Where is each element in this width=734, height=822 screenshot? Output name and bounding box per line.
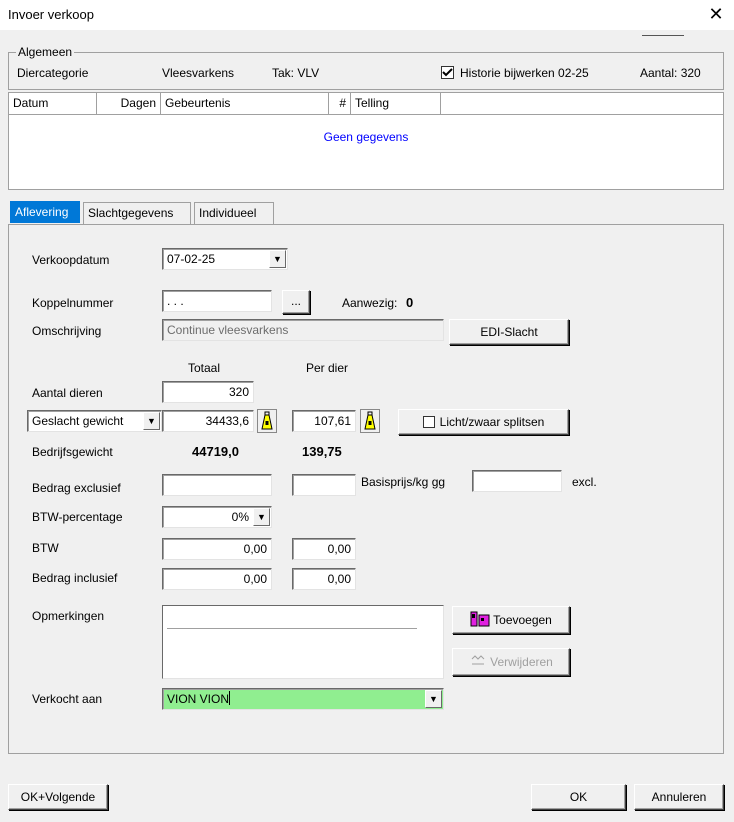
algemeen-groupbox: [8, 52, 724, 90]
column-header-datum[interactable]: Datum: [9, 93, 97, 114]
tab-slachtgegevens[interactable]: Slachtgegevens: [83, 202, 191, 224]
gewicht-type-dropdown-icon[interactable]: ▼: [143, 412, 160, 430]
gewicht-type-value: Geslacht gewicht: [32, 414, 124, 428]
totaal-header: Totaal: [188, 361, 221, 375]
opmerkingen-row-divider: [167, 628, 417, 629]
toevoegen-button[interactable]: Toevoegen: [452, 606, 570, 634]
verkoopdatum-value: 07-02-25: [167, 252, 216, 266]
ok-volgende-button[interactable]: OK+Volgende: [8, 784, 108, 810]
verkoopdatum-picker[interactable]: 07-02-25 ▼: [162, 248, 288, 270]
omschrijving-label: Omschrijving: [32, 324, 102, 338]
bedrijfsgewicht-label: Bedrijfsgewicht: [32, 445, 113, 459]
btw-percentage-label: BTW-percentage: [32, 510, 123, 524]
bedrag-inclusief-input[interactable]: 0,00: [162, 568, 272, 590]
opmerkingen-label: Opmerkingen: [32, 609, 105, 623]
tab-aflevering[interactable]: Aflevering: [10, 201, 80, 223]
grid-body[interactable]: Geen gegevens: [8, 115, 724, 190]
bedrag-exclusief-per-dier-input[interactable]: [292, 474, 356, 496]
scale-weight-icon: [261, 411, 273, 430]
gewicht-totaal-input[interactable]: 34433,6: [162, 410, 254, 432]
column-header-gebeurtenis[interactable]: Gebeurtenis: [161, 93, 329, 114]
excl-label: excl.: [572, 475, 597, 489]
basisprijs-input[interactable]: [472, 470, 562, 492]
tak-value: Tak: VLV: [272, 66, 320, 80]
bedrijfsgewicht-per-dier: 139,75: [302, 444, 342, 459]
aantal-dieren-input[interactable]: 320: [162, 381, 254, 403]
licht-zwaar-splitsen-button[interactable]: Licht/zwaar splitsen: [398, 409, 569, 435]
edi-slacht-button[interactable]: EDI-Slacht: [449, 319, 569, 345]
title-divider: [642, 35, 684, 36]
verkocht-aan-select[interactable]: VION VION ▼: [162, 688, 444, 710]
scale-weight-icon: [364, 411, 376, 430]
aanwezig-value: 0: [406, 295, 414, 310]
column-header-dagen[interactable]: Dagen: [97, 93, 161, 114]
gewicht-type-select[interactable]: Geslacht gewicht ▼: [27, 410, 162, 432]
toevoegen-label: Toevoegen: [493, 613, 552, 627]
diercategorie-value: Vleesvarkens: [162, 66, 235, 80]
verkoopdatum-label: Verkoopdatum: [32, 253, 110, 267]
checkmark-icon: [442, 68, 453, 77]
basisprijs-label: Basisprijs/kg gg: [361, 475, 446, 489]
btw-totaal-input[interactable]: 0,00: [162, 538, 272, 560]
verkoopdatum-dropdown-icon[interactable]: ▼: [269, 250, 286, 268]
verkocht-aan-value: VION VION: [167, 692, 230, 706]
gewicht-totaal-scale-button[interactable]: [257, 409, 277, 433]
aantal-dieren-label: Aantal dieren: [32, 386, 103, 400]
verwijderen-label: Verwijderen: [490, 655, 553, 669]
verkocht-aan-dropdown-icon[interactable]: ▼: [425, 690, 442, 708]
btw-percentage-select[interactable]: 0% ▼: [162, 506, 272, 528]
window-title: Invoer verkoop: [8, 7, 94, 22]
koppelnummer-input[interactable]: . . .: [162, 290, 272, 312]
btw-label: BTW: [32, 541, 59, 555]
column-header-telling[interactable]: Telling: [351, 93, 441, 114]
koppelnummer-browse-button[interactable]: ...: [282, 290, 310, 314]
verwijderen-button[interactable]: Verwijderen: [452, 648, 570, 676]
algemeen-legend: Algemeen: [16, 45, 75, 59]
historie-label[interactable]: Historie bijwerken 02-25: [460, 66, 589, 80]
historie-checkbox[interactable]: [441, 66, 454, 79]
koppelnummer-label: Koppelnummer: [32, 296, 114, 310]
omschrijving-input[interactable]: Continue vleesvarkens: [162, 319, 444, 341]
verkocht-aan-label: Verkocht aan: [32, 692, 103, 706]
title-bar: [0, 0, 734, 30]
add-note-icon: [470, 611, 490, 627]
tab-individueel[interactable]: Individueel: [194, 202, 274, 224]
remove-note-icon: [471, 655, 485, 665]
btw-percentage-dropdown-icon[interactable]: ▼: [253, 508, 270, 526]
licht-zwaar-checkbox-icon: [422, 416, 435, 428]
bedrag-inclusief-per-dier-input[interactable]: 0,00: [292, 568, 356, 590]
annuleren-button[interactable]: Annuleren: [634, 784, 724, 810]
per-dier-header: Per dier: [306, 361, 349, 375]
ok-button[interactable]: OK: [531, 784, 626, 810]
bedrijfsgewicht-totaal: 44719,0: [192, 444, 239, 459]
opmerkingen-list[interactable]: [162, 605, 444, 679]
aanwezig-label: Aanwezig:: [342, 296, 398, 310]
bedrag-inclusief-label: Bedrag inclusief: [32, 571, 118, 585]
btw-percentage-value: 0%: [231, 510, 249, 524]
close-icon[interactable]: ✕: [702, 1, 730, 27]
grid-header: Datum Dagen Gebeurtenis # Telling: [8, 92, 724, 115]
grid-empty-message: Geen gegevens: [323, 130, 409, 144]
aantal-value: Aantal: 320: [640, 66, 701, 80]
diercategorie-label: Diercategorie: [17, 66, 89, 80]
text-cursor: [229, 691, 231, 705]
gewicht-per-dier-input[interactable]: 107,61: [292, 410, 356, 432]
btw-per-dier-input[interactable]: 0,00: [292, 538, 356, 560]
bedrag-exclusief-label: Bedrag exclusief: [32, 481, 121, 495]
licht-zwaar-label: Licht/zwaar splitsen: [439, 415, 545, 429]
gewicht-per-dier-scale-button[interactable]: [360, 409, 380, 433]
column-header-count[interactable]: #: [329, 93, 351, 114]
bedrag-exclusief-input[interactable]: [162, 474, 272, 496]
